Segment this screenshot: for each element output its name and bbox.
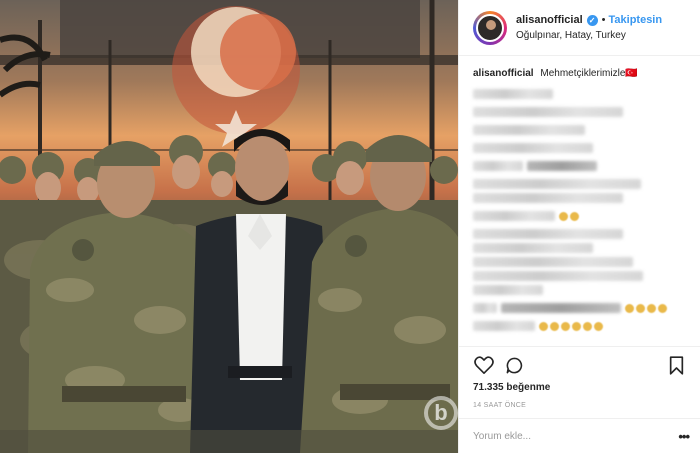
blurred-comment — [473, 179, 641, 189]
blurred-comment — [473, 229, 623, 239]
watermark-letter: b — [434, 400, 448, 425]
avatar-image — [476, 13, 504, 42]
blurred-comment — [473, 321, 686, 331]
post-actions: 71.335 beğenme 14 SAAT ÖNCE — [459, 346, 700, 409]
blurred-comment — [473, 243, 593, 253]
photo-scene — [0, 0, 458, 453]
blurred-text — [473, 303, 497, 313]
blurred-emojis — [625, 303, 667, 313]
more-options-icon[interactable]: ••• — [678, 429, 690, 444]
caption-username[interactable]: alisanofficial — [473, 68, 534, 79]
blurred-comment — [473, 285, 543, 295]
blurred-comment — [473, 303, 686, 313]
add-comment-bar: ••• — [459, 418, 700, 453]
heart-icon[interactable] — [473, 354, 495, 376]
verified-badge-icon: ✓ — [586, 14, 598, 26]
avatar[interactable] — [473, 10, 507, 45]
blurred-comment — [473, 257, 633, 267]
blurred-emojis — [559, 211, 579, 221]
blurred-comment — [473, 271, 643, 281]
caption: alisanofficial Mehmetçiklerimizle🇹🇷 — [473, 67, 686, 81]
blurred-comment — [473, 193, 623, 203]
blurred-text — [527, 161, 597, 171]
blurred-comment — [473, 161, 686, 171]
blurred-comment — [473, 107, 623, 117]
post-photo[interactable]: b — [0, 0, 458, 453]
blurred-comment — [473, 89, 553, 99]
separator-dot: • — [601, 13, 606, 26]
blurred-text — [473, 211, 555, 221]
header-line: alisanofficial ✓ • Takiptesin — [516, 13, 662, 28]
post-timestamp[interactable]: 14 SAAT ÖNCE — [473, 402, 687, 409]
bookmark-icon[interactable] — [665, 354, 687, 376]
header-text: alisanofficial ✓ • Takiptesin Oğulpınar,… — [516, 13, 662, 43]
comment-input[interactable] — [473, 430, 679, 442]
username-link[interactable]: alisanofficial — [516, 13, 583, 28]
watermark-logo: b — [424, 396, 458, 430]
blurred-text — [473, 321, 535, 331]
comment-icon[interactable] — [503, 354, 525, 376]
post-side-panel: alisanofficial ✓ • Takiptesin Oğulpınar,… — [458, 0, 700, 453]
blurred-comment — [473, 211, 686, 221]
blurred-text — [501, 303, 621, 313]
instagram-post: b alisanofficial ✓ • Takiptesin Oğulpına… — [0, 0, 700, 453]
comments-list[interactable]: alisanofficial Mehmetçiklerimizle🇹🇷 — [459, 56, 700, 338]
location-link[interactable]: Oğulpınar, Hatay, Turkey — [516, 28, 662, 43]
post-header: alisanofficial ✓ • Takiptesin Oğulpınar,… — [459, 0, 700, 56]
following-button[interactable]: Takiptesin — [609, 13, 663, 28]
action-icons — [473, 354, 687, 376]
likes-count[interactable]: 71.335 beğenme — [473, 382, 687, 393]
blurred-comment — [473, 125, 585, 135]
blurred-text — [473, 161, 523, 171]
blurred-emojis — [539, 321, 603, 331]
blurred-comment — [473, 143, 593, 153]
caption-text: Mehmetçiklerimizle🇹🇷 — [540, 68, 638, 79]
